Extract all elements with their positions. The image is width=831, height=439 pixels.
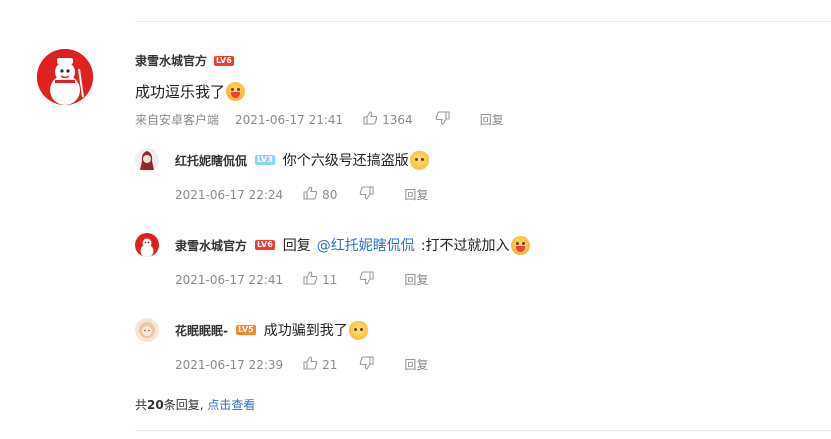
like-count: 80	[322, 187, 338, 202]
summary-prefix: 共	[135, 398, 148, 412]
reply-meta: 2021-06-17 22:24 80 回复	[175, 186, 428, 203]
girl-avatar-icon	[135, 148, 159, 172]
summary-suffix: 条回复,	[163, 398, 204, 412]
thumbs-down-icon[interactable]	[435, 111, 450, 128]
bottom-divider	[135, 430, 831, 431]
username[interactable]: 隶雪水城官方	[135, 52, 207, 69]
level-badge: LV5	[235, 325, 256, 335]
cat-emoji-icon	[348, 320, 368, 340]
thumbs-down-icon[interactable]	[359, 356, 374, 373]
snowman-mascot-icon	[135, 233, 159, 257]
mention-link[interactable]: @红托妮瞎侃侃	[317, 235, 415, 255]
reply-text: 成功骗到我了	[264, 320, 368, 340]
laughing-emoji-icon	[226, 82, 246, 101]
thumbs-up-icon[interactable]	[303, 356, 318, 373]
level-badge: LV6	[255, 240, 275, 250]
reply-content: 成功骗到我了	[263, 323, 348, 339]
reply-time: 2021-06-17 22:24	[175, 187, 284, 202]
view-all-link[interactable]: 点击查看	[207, 398, 255, 412]
reply-meta: 2021-06-17 22:41 11 回复	[175, 271, 428, 288]
reply-item: 花眠眠眠- LV5 成功骗到我了 2021-06-17 22:39 21 回复	[135, 318, 735, 378]
reply-content: 你个六级号还搞盗版	[282, 153, 409, 169]
reply-time: 2021-06-17 22:41	[175, 272, 284, 287]
username[interactable]: 隶雪水城官方	[175, 237, 247, 254]
comment-time: 2021-06-17 21:41	[235, 112, 344, 127]
thumbs-down-icon[interactable]	[359, 186, 374, 203]
level-badge: LV3	[255, 155, 275, 165]
level-badge: LV6	[214, 55, 234, 66]
username[interactable]: 红托妮瞎侃侃	[175, 152, 247, 169]
reply-text: 回复 @红托妮瞎侃侃 :打不过就加入	[283, 235, 530, 255]
comment-source: 来自安卓客户端	[135, 113, 220, 127]
thumbs-up-icon[interactable]	[303, 186, 318, 203]
like-count: 21	[322, 357, 338, 372]
main-comment-header: 隶雪水城官方 LV6	[135, 52, 234, 69]
reply-time: 2021-06-17 22:39	[175, 357, 284, 372]
avatar[interactable]	[37, 49, 93, 105]
reply-item: 隶雪水城官方 LV6 回复 @红托妮瞎侃侃 :打不过就加入 2021-06-17…	[135, 233, 735, 293]
reply-text: 你个六级号还搞盗版	[283, 150, 429, 170]
reply-button[interactable]: 回复	[404, 186, 428, 203]
avatar[interactable]	[135, 318, 159, 342]
reply-button[interactable]: 回复	[404, 356, 428, 373]
anime-avatar-icon	[135, 318, 159, 342]
reply-content: :打不过就加入	[420, 238, 510, 254]
top-divider	[135, 21, 831, 22]
like-count: 1364	[382, 112, 413, 127]
thumbs-down-icon[interactable]	[359, 271, 374, 288]
reply-summary: 共20条回复, 点击查看	[135, 396, 255, 413]
comment-text: 成功逗乐我了	[135, 81, 246, 102]
thumbs-up-icon[interactable]	[363, 111, 378, 128]
thumbs-up-icon[interactable]	[303, 271, 318, 288]
reply-button[interactable]: 回复	[480, 111, 504, 128]
snowman-mascot-icon	[37, 49, 93, 105]
like-count: 11	[322, 272, 338, 287]
reply-prefix: 回复	[282, 238, 311, 254]
reply-count: 20	[147, 398, 164, 412]
laughing-emoji-icon	[510, 235, 530, 255]
reply-meta: 2021-06-17 22:39 21 回复	[175, 356, 428, 373]
username[interactable]: 花眠眠眠-	[175, 322, 228, 339]
comment-meta: 来自安卓客户端 2021-06-17 21:41 1364 回复	[135, 111, 504, 128]
reply-button[interactable]: 回复	[404, 271, 428, 288]
cat-emoji-icon	[409, 150, 429, 170]
avatar[interactable]	[135, 233, 159, 257]
comment-content: 成功逗乐我了	[135, 83, 226, 101]
avatar[interactable]	[135, 148, 159, 172]
reply-item: 红托妮瞎侃侃 LV3 你个六级号还搞盗版 2021-06-17 22:24 80…	[135, 148, 735, 208]
